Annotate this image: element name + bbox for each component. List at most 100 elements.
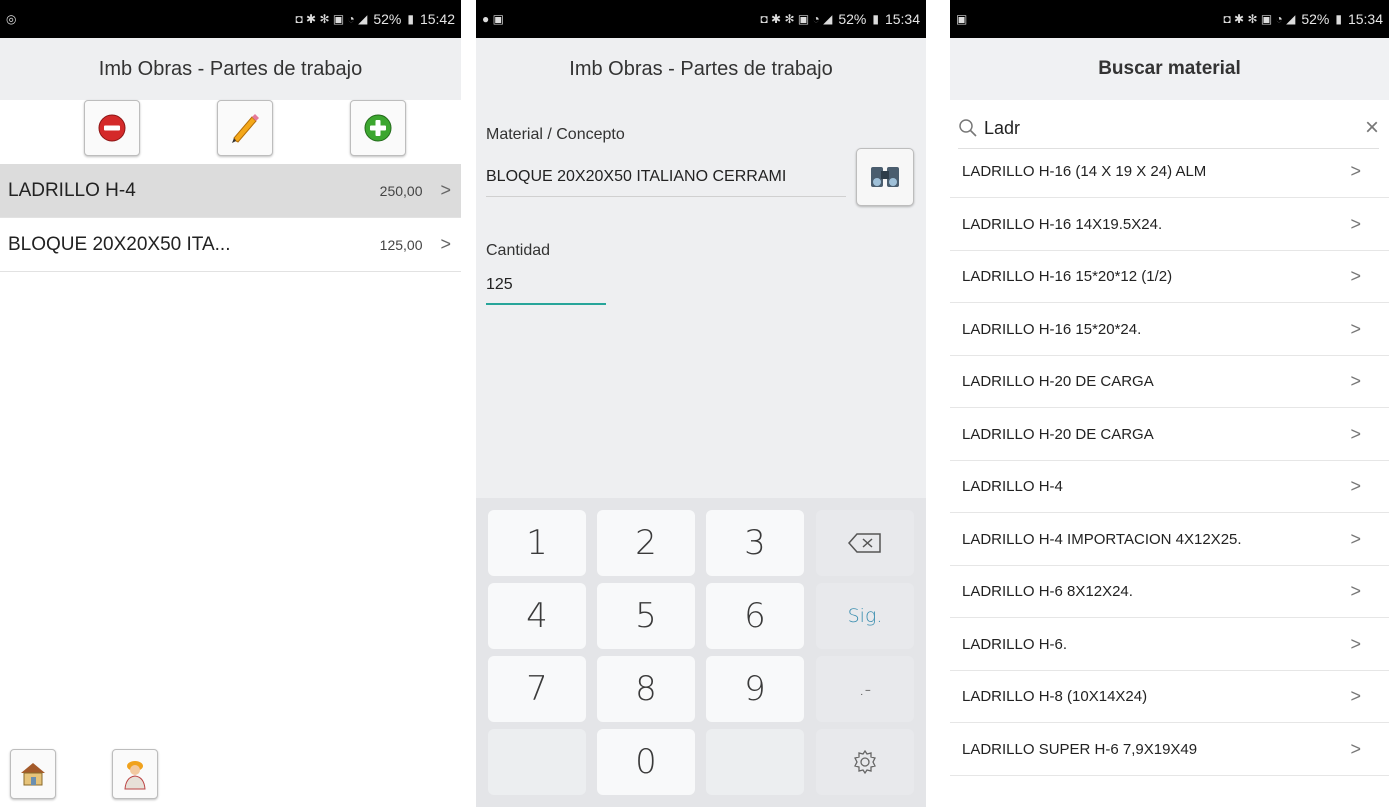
plus-circle-icon (364, 114, 392, 142)
chevron-right-icon: > (1350, 266, 1361, 286)
key-0[interactable]: 0 (597, 729, 695, 795)
action-toolbar (0, 100, 461, 162)
search-input[interactable]: Ladr (984, 118, 1365, 139)
chevron-right-icon: > (1350, 423, 1361, 444)
next-key[interactable]: Sig. (816, 583, 914, 649)
list-item[interactable]: LADRILLO H-8 (10X14X24) > (950, 671, 1389, 723)
chevron-right-icon: > (1350, 318, 1361, 339)
status-icons: ◘ ✱ ✻ ▣ ◔ ◢ (760, 12, 833, 26)
pencil-icon (232, 114, 259, 143)
result-name: LADRILLO H-6. (962, 635, 1068, 653)
clear-search-button[interactable]: × (1365, 114, 1379, 142)
battery-text: 52% (1301, 11, 1330, 27)
list-item[interactable]: LADRILLO H-16 (14 X 19 X 24) ALM > (950, 146, 1389, 198)
key-1[interactable]: 1 (488, 510, 586, 576)
chevron-right-icon: > (440, 180, 451, 200)
result-name: LADRILLO H-20 DE CARGA (962, 373, 1154, 390)
list-item[interactable]: LADRILLO H-16 15*20*24. > (950, 304, 1389, 356)
battery-icon: ▮ (407, 12, 414, 26)
whatsapp-notification-icon: ◎ (6, 12, 17, 26)
notification-icon: ● ▣ (482, 12, 504, 26)
list-item[interactable]: LADRILLO H-4 IMPORTACION 4X12X25. > (950, 514, 1389, 566)
item-name: BLOQUE 20X20X50 ITA... (8, 233, 231, 255)
gear-icon (854, 749, 876, 775)
key-7[interactable]: 7 (488, 656, 586, 722)
worker-icon (124, 761, 146, 790)
list-item[interactable]: LADRILLO H-4 250,00 > (0, 164, 461, 218)
chevron-right-icon: > (1350, 686, 1361, 706)
page-title: Buscar material (950, 38, 1389, 100)
numeric-keyboard: 1 2 3 4 5 6 Sig. 7 8 9 .- 0 (476, 498, 926, 807)
chevron-right-icon: > (440, 234, 451, 254)
clock: 15:34 (884, 11, 920, 27)
page-title: Imb Obras - Partes de trabajo (476, 38, 926, 100)
list-item[interactable]: BLOQUE 20X20X50 ITA... 125,00 > (0, 218, 461, 272)
list-item[interactable]: LADRILLO H-20 DE CARGA > (950, 356, 1389, 408)
cantidad-field[interactable]: 125 (486, 276, 513, 294)
house-icon (21, 763, 45, 786)
empty-key-left (488, 729, 586, 795)
binoculars-icon (871, 167, 899, 187)
status-bar: ◎ ◘ ✱ ✻ ▣ ◔ ◢ 52% ▮ 15:42 (0, 0, 461, 38)
page-title: Imb Obras - Partes de trabajo (0, 38, 461, 100)
chevron-right-icon: > (1350, 476, 1361, 496)
result-name: LADRILLO H-16 15*20*12 (1/2) (962, 268, 1173, 285)
cantidad-underline (486, 303, 606, 305)
key-4[interactable]: 4 (488, 583, 586, 649)
chevron-right-icon: > (1350, 738, 1361, 759)
result-name: LADRILLO H-16 15*20*24. (962, 320, 1142, 338)
clock: 15:42 (419, 11, 455, 27)
screen-search-material: ▣ ◘ ✱ ✻ ▣ ◔ ◢ 52% ▮ 15:34 Buscar materia… (950, 0, 1389, 807)
key-5[interactable]: 5 (597, 583, 695, 649)
result-name: LADRILLO H-4 (962, 478, 1063, 495)
list-item[interactable]: LADRILLO H-16 15*20*12 (1/2) > (950, 251, 1389, 303)
result-name: LADRILLO H-6 8X12X24. (962, 583, 1133, 600)
search-bar[interactable]: Ladr × (958, 108, 1379, 149)
empty-key-right (706, 729, 804, 795)
list-item[interactable]: LADRILLO H-6 8X12X24. > (950, 566, 1389, 618)
delete-button[interactable] (84, 100, 140, 156)
result-name: LADRILLO H-8 (10X14X24) (962, 688, 1148, 705)
list-item[interactable]: LADRILLO SUPER H-6 7,9X19X49 > (950, 724, 1389, 776)
list-item[interactable]: LADRILLO H-4 > (950, 461, 1389, 513)
battery-icon: ▮ (872, 12, 879, 26)
edit-button[interactable] (217, 100, 273, 156)
punctuation-key[interactable]: .- (816, 656, 914, 722)
item-quantity: 250,00 (379, 182, 423, 199)
result-name: LADRILLO SUPER H-6 7,9X19X49 (962, 740, 1198, 758)
backspace-key[interactable] (816, 510, 914, 576)
material-underline (486, 196, 846, 197)
item-name: LADRILLO H-4 (8, 179, 136, 201)
key-8[interactable]: 8 (597, 656, 695, 722)
list-item[interactable]: LADRILLO H-6. > (950, 619, 1389, 671)
backspace-icon (847, 533, 881, 553)
result-name: LADRILLO H-4 IMPORTACION 4X12X25. (962, 530, 1242, 548)
status-bar: ● ▣ ◘ ✱ ✻ ▣ ◔ ◢ 52% ▮ 15:34 (476, 0, 926, 38)
chevron-right-icon: > (1350, 581, 1361, 601)
battery-icon: ▮ (1335, 12, 1342, 26)
key-6[interactable]: 6 (706, 583, 804, 649)
result-name: LADRILLO H-20 DE CARGA (962, 425, 1154, 443)
search-icon (959, 119, 977, 137)
worker-button[interactable] (112, 749, 158, 799)
material-field[interactable]: BLOQUE 20X20X50 ITALIANO CERRAMI (486, 168, 786, 186)
status-icons: ◘ ✱ ✻ ▣ ◔ ◢ (295, 12, 368, 26)
cantidad-label: Cantidad (486, 242, 551, 259)
key-9[interactable]: 9 (706, 656, 804, 722)
keyboard-settings-key[interactable] (816, 729, 914, 795)
add-button[interactable] (350, 100, 406, 156)
key-2[interactable]: 2 (597, 510, 695, 576)
chevron-right-icon: > (1350, 528, 1361, 549)
minus-circle-icon (98, 114, 126, 142)
list-item[interactable]: LADRILLO H-16 14X19.5X24. > (950, 199, 1389, 251)
chevron-right-icon: > (1350, 371, 1361, 391)
status-icons: ◘ ✱ ✻ ▣ ◔ ◢ (1223, 12, 1296, 26)
chevron-right-icon: > (1350, 213, 1361, 234)
list-item[interactable]: LADRILLO H-20 DE CARGA > (950, 409, 1389, 461)
building-button[interactable] (10, 749, 56, 799)
gallery-notification-icon: ▣ (956, 12, 968, 26)
search-material-button[interactable] (856, 148, 914, 206)
screen-parts-list: ◎ ◘ ✱ ✻ ▣ ◔ ◢ 52% ▮ 15:42 Imb Obras - Pa… (0, 0, 461, 807)
key-3[interactable]: 3 (706, 510, 804, 576)
screen-edit-line: ● ▣ ◘ ✱ ✻ ▣ ◔ ◢ 52% ▮ 15:34 Imb Obras - … (476, 0, 926, 807)
